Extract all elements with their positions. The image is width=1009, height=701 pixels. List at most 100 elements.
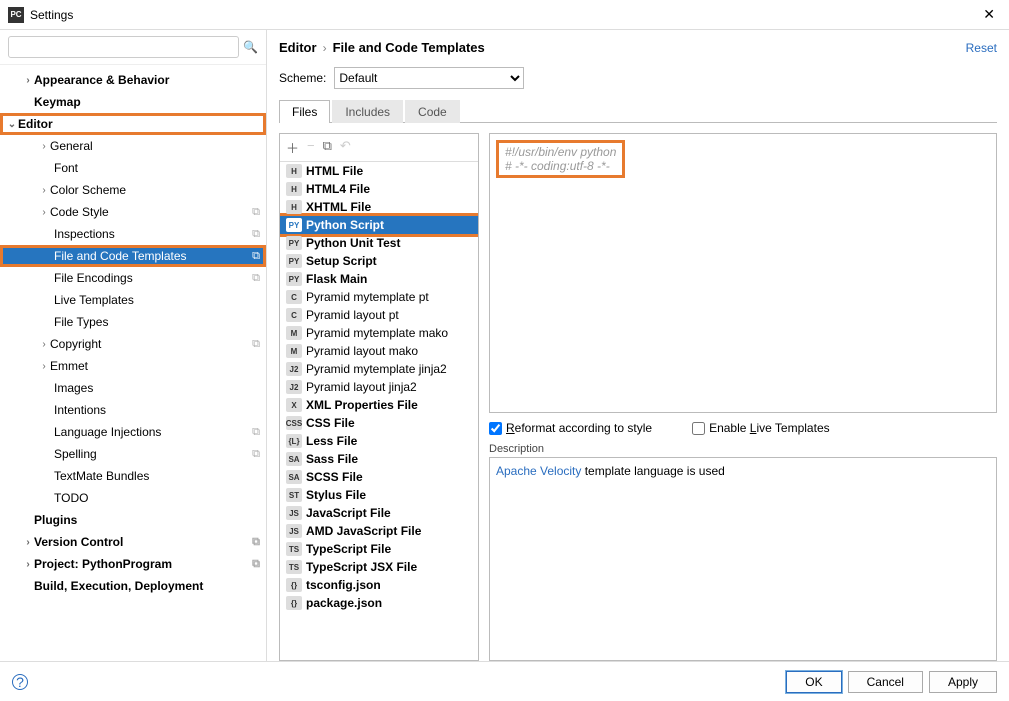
tree-general[interactable]: ›General — [0, 135, 266, 157]
template-item[interactable]: {}package.json — [280, 594, 478, 612]
file-type-icon: M — [286, 326, 302, 340]
template-item-label: HTML4 File — [306, 182, 370, 196]
undo-icon[interactable]: ↶ — [340, 138, 351, 157]
tree-language-injections[interactable]: Language Injections⧉ — [0, 421, 266, 443]
crumb-editor[interactable]: Editor — [279, 40, 317, 55]
tree-project[interactable]: ›Project: PythonProgram⧉ — [0, 553, 266, 575]
template-item-label: Python Script — [306, 218, 384, 232]
template-item-label: package.json — [306, 596, 382, 610]
template-item-label: TypeScript File — [306, 542, 391, 556]
help-icon[interactable]: ? — [12, 674, 28, 690]
tree-build-execution[interactable]: Build, Execution, Deployment — [0, 575, 266, 597]
file-type-icon: SA — [286, 470, 302, 484]
remove-template-icon[interactable]: − — [307, 138, 315, 157]
template-item[interactable]: TSTypeScript File — [280, 540, 478, 558]
tab-code[interactable]: Code — [405, 100, 460, 123]
template-item[interactable]: PY Python Script — [280, 216, 478, 234]
template-item[interactable]: HHTML File — [280, 162, 478, 180]
scope-icon: ⧉ — [252, 558, 260, 571]
search-icon: 🔍 — [243, 40, 258, 54]
cancel-button[interactable]: Cancel — [848, 671, 923, 693]
template-item[interactable]: SASCSS File — [280, 468, 478, 486]
ok-button[interactable]: OK — [786, 671, 841, 693]
template-item[interactable]: PYFlask Main — [280, 270, 478, 288]
tab-files[interactable]: Files — [279, 100, 330, 123]
template-item[interactable]: J2Pyramid mytemplate jinja2 — [280, 360, 478, 378]
apache-velocity-link[interactable]: Apache Velocity — [496, 464, 581, 478]
scope-icon: ⧉ — [252, 338, 260, 351]
template-item[interactable]: HHTML4 File — [280, 180, 478, 198]
scope-icon: ⧉ — [252, 536, 260, 549]
scheme-select[interactable]: Default — [334, 67, 524, 89]
file-type-icon: PY — [286, 218, 302, 232]
tree-editor[interactable]: ⌄Editor — [0, 113, 266, 135]
chevron-right-icon: › — [323, 41, 327, 55]
template-item-label: JavaScript File — [306, 506, 391, 520]
file-type-icon: ST — [286, 488, 302, 502]
file-type-icon: X — [286, 398, 302, 412]
tree-intentions[interactable]: Intentions — [0, 399, 266, 421]
tabs: Files Includes Code — [279, 99, 997, 123]
template-item[interactable]: XXML Properties File — [280, 396, 478, 414]
search-input[interactable] — [8, 36, 239, 58]
scheme-label: Scheme: — [279, 71, 326, 85]
close-button[interactable]: ✕ — [977, 6, 1001, 23]
content-pane: Editor › File and Code Templates Reset S… — [267, 30, 1009, 661]
add-template-icon[interactable]: ＋ — [286, 138, 299, 157]
tree-inspections[interactable]: Inspections⧉ — [0, 223, 266, 245]
template-item[interactable]: {L}Less File — [280, 432, 478, 450]
tree-keymap[interactable]: Keymap — [0, 91, 266, 113]
file-type-icon: J2 — [286, 380, 302, 394]
reformat-checkbox[interactable]: Reformat according to style — [489, 421, 652, 435]
tree-font[interactable]: Font — [0, 157, 266, 179]
tree-plugins[interactable]: Plugins — [0, 509, 266, 531]
breadcrumb: Editor › File and Code Templates Reset — [267, 30, 1009, 61]
tree-images[interactable]: Images — [0, 377, 266, 399]
scope-icon: ⧉ — [252, 448, 260, 461]
template-item[interactable]: TSTypeScript JSX File — [280, 558, 478, 576]
tree-textmate-bundles[interactable]: TextMate Bundles — [0, 465, 266, 487]
tree-copyright[interactable]: ›Copyright⧉ — [0, 333, 266, 355]
file-type-icon: {L} — [286, 434, 302, 448]
file-type-icon: M — [286, 344, 302, 358]
template-item[interactable]: MPyramid layout mako — [280, 342, 478, 360]
template-item[interactable]: PYPython Unit Test — [280, 234, 478, 252]
template-item-label: CSS File — [306, 416, 355, 430]
template-item[interactable]: SASass File — [280, 450, 478, 468]
tab-includes[interactable]: Includes — [332, 100, 403, 123]
template-item[interactable]: CSS CSS File — [280, 414, 478, 432]
tree-file-types[interactable]: File Types — [0, 311, 266, 333]
template-list[interactable]: HHTML FileHHTML4 FileHXHTML FilePYPython… — [280, 162, 478, 660]
tree-spelling[interactable]: Spelling⧉ — [0, 443, 266, 465]
template-item[interactable]: JSAMD JavaScript File — [280, 522, 478, 540]
template-item-label: Pyramid layout pt — [306, 308, 399, 322]
window-title: Settings — [30, 8, 977, 22]
template-item[interactable]: {}tsconfig.json — [280, 576, 478, 594]
copy-template-icon[interactable]: ⧉ — [323, 138, 332, 157]
file-type-icon: CSS — [286, 416, 302, 430]
tree-file-encodings[interactable]: File Encodings⧉ — [0, 267, 266, 289]
template-item-label: Sass File — [306, 452, 358, 466]
template-item[interactable]: STStylus File — [280, 486, 478, 504]
tree-appearance-behavior[interactable]: ›Appearance & Behavior — [0, 69, 266, 91]
tree-todo[interactable]: TODO — [0, 487, 266, 509]
enable-live-templates-checkbox[interactable]: Enable Live Templates — [692, 421, 830, 435]
tree-emmet[interactable]: ›Emmet — [0, 355, 266, 377]
template-item[interactable]: MPyramid mytemplate mako — [280, 324, 478, 342]
apply-button[interactable]: Apply — [929, 671, 997, 693]
template-editor[interactable]: #!/usr/bin/env python # -*- coding:utf-8… — [489, 133, 997, 413]
template-item[interactable]: JSJavaScript File — [280, 504, 478, 522]
tree-code-style[interactable]: ›Code Style⧉ — [0, 201, 266, 223]
template-item[interactable]: CPyramid mytemplate pt — [280, 288, 478, 306]
tree-color-scheme[interactable]: ›Color Scheme — [0, 179, 266, 201]
template-item[interactable]: PYSetup Script — [280, 252, 478, 270]
tree-live-templates[interactable]: Live Templates — [0, 289, 266, 311]
template-item-label: Pyramid mytemplate jinja2 — [306, 362, 447, 376]
tree-file-code-templates[interactable]: File and Code Templates⧉ — [0, 245, 266, 267]
tree-version-control[interactable]: ›Version Control⧉ — [0, 531, 266, 553]
template-item[interactable]: J2Pyramid layout jinja2 — [280, 378, 478, 396]
template-item[interactable]: CPyramid layout pt — [280, 306, 478, 324]
reset-link[interactable]: Reset — [966, 41, 997, 55]
settings-tree: ›Appearance & Behavior Keymap ⌄Editor ›G… — [0, 65, 266, 661]
template-item-label: Pyramid mytemplate pt — [306, 290, 429, 304]
